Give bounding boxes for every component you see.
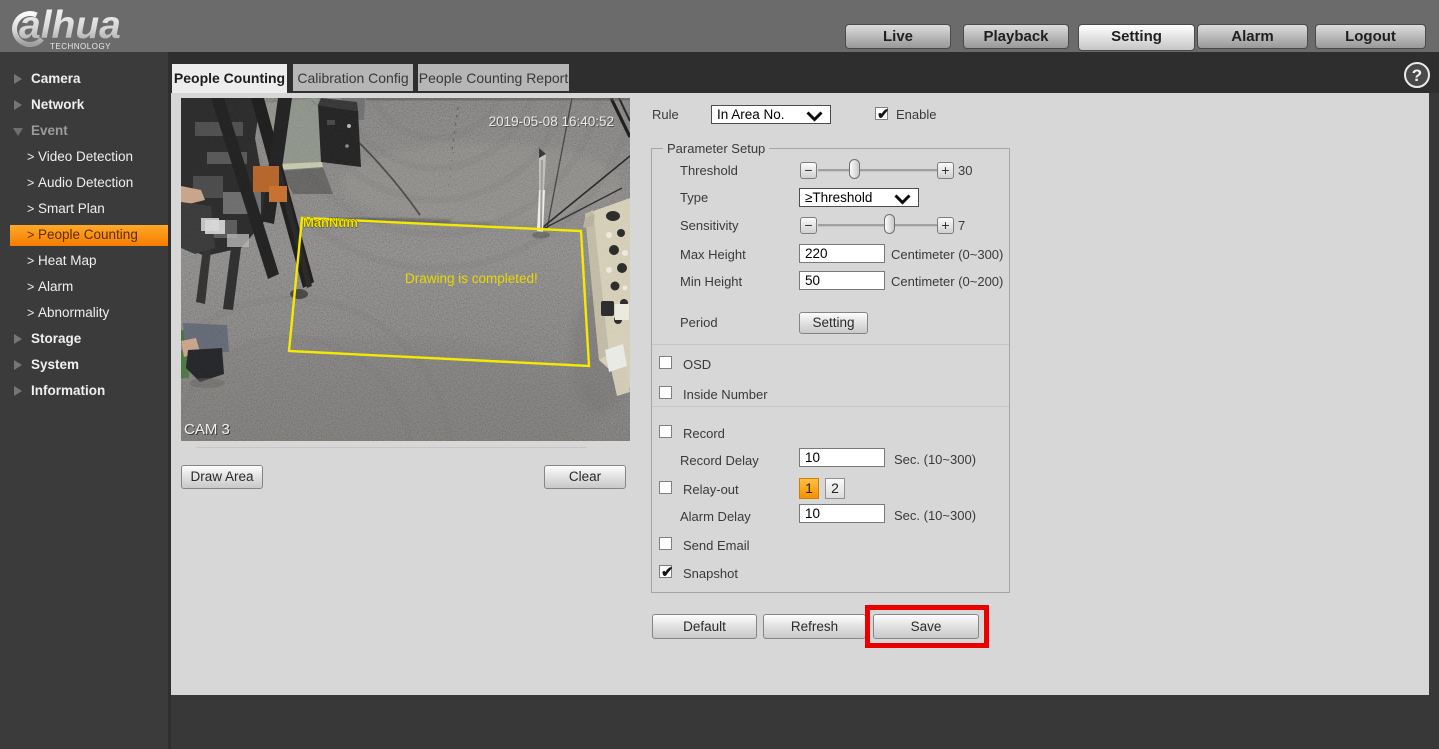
svg-text:CAM 3: CAM 3 xyxy=(184,421,230,438)
svg-text:Drawing is completed!: Drawing is completed! xyxy=(405,271,538,286)
svg-text:ManNum: ManNum xyxy=(303,215,358,230)
svg-text:2019-05-08 16:40:52: 2019-05-08 16:40:52 xyxy=(489,114,614,129)
svg-text:alhua: alhua xyxy=(19,4,121,47)
svg-text:TECHNOLOGY: TECHNOLOGY xyxy=(50,42,111,51)
